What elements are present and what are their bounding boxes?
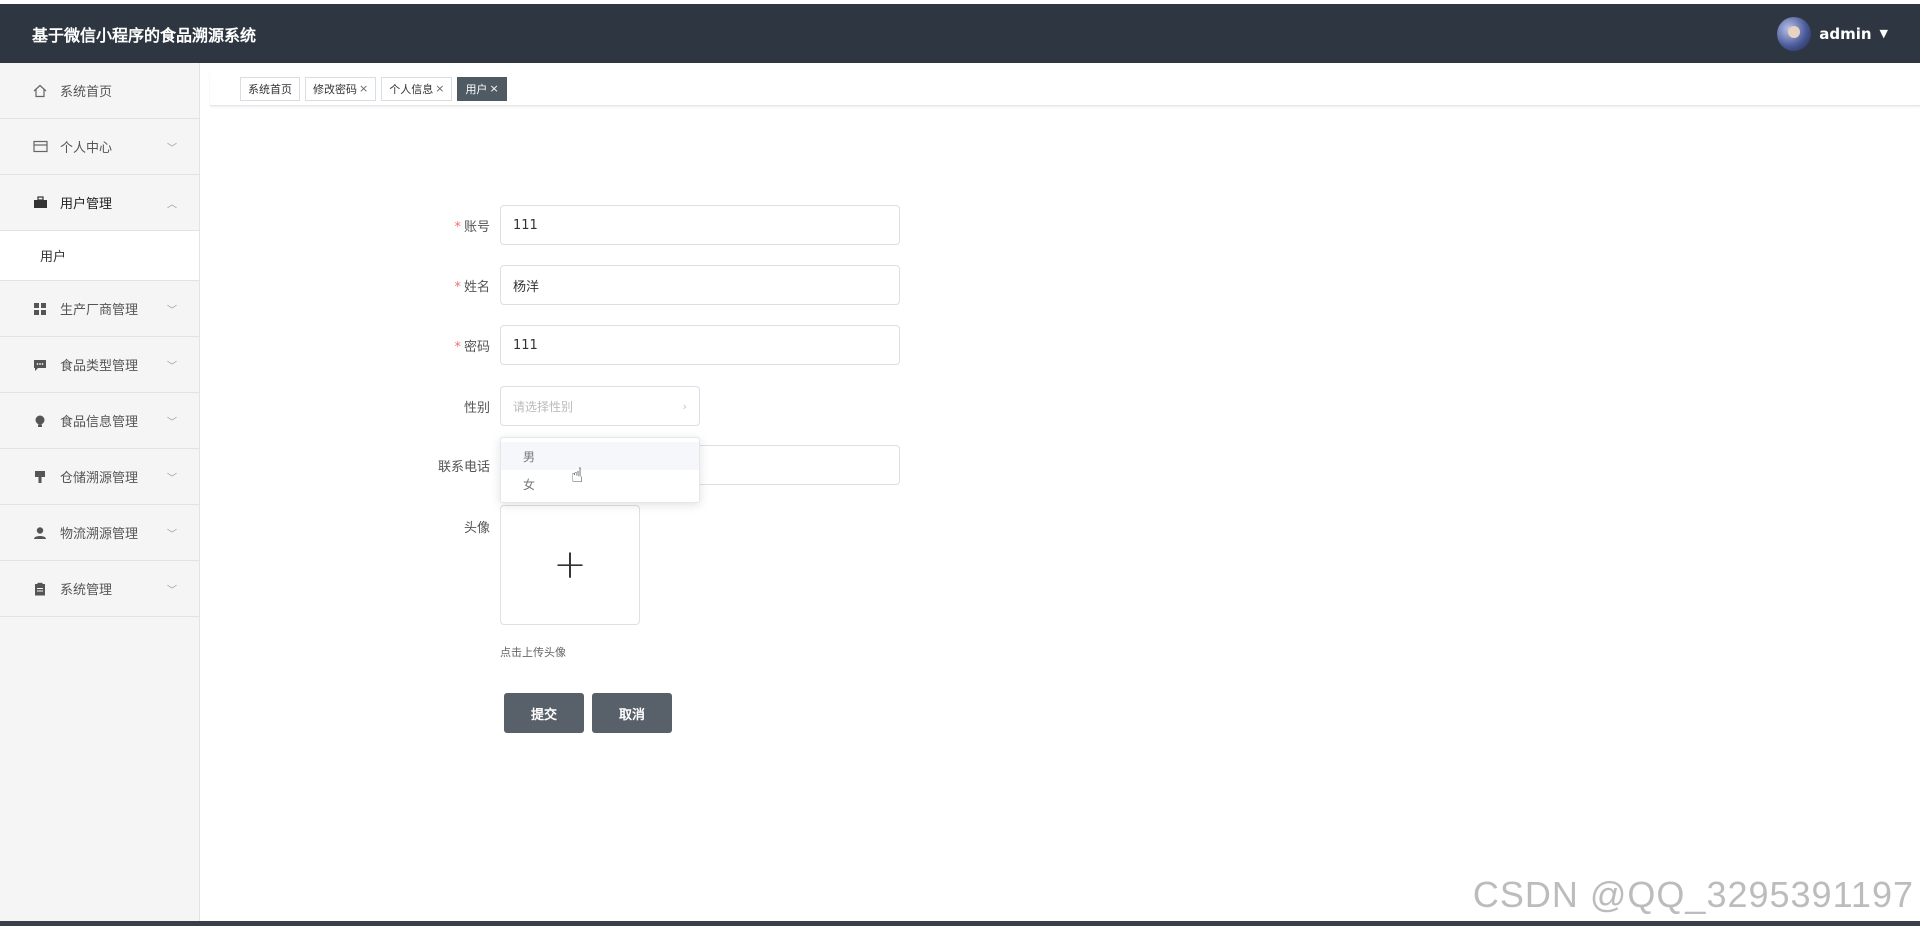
avatar[interactable] <box>1777 16 1812 51</box>
chevron-down-icon: ﹀ <box>167 417 177 428</box>
password-input[interactable]: 111 <box>500 325 900 365</box>
sidebar-item-label: 食品信息管理 <box>60 415 139 430</box>
chevron-down-icon: ﹀ <box>167 361 177 372</box>
password-label: * 密码 <box>454 339 490 355</box>
sidebar-item-food-type[interactable]: 食品类型管理 ﹀ <box>0 337 199 393</box>
sidebar-subitem-label: 用户 <box>40 250 67 265</box>
name-label: * 姓名 <box>454 279 490 295</box>
tab-personal-info[interactable]: 个人信息 × <box>381 76 453 101</box>
chevron-up-icon: ︿ <box>167 199 177 210</box>
chevron-down-icon: ﹀ <box>167 529 177 540</box>
avatar-label: 头像 <box>463 521 490 536</box>
caret-down-icon[interactable]: ▼ <box>1880 27 1888 40</box>
briefcase-icon <box>32 195 48 211</box>
name-input[interactable]: 杨洋 <box>500 265 900 305</box>
upload-tip: 点击上传头像 <box>500 646 566 659</box>
stamp-icon <box>32 469 48 485</box>
form-row-avatar: 头像 + <box>420 505 640 625</box>
clipboard-icon <box>32 581 48 597</box>
form-row-name: * 姓名 杨洋 <box>420 265 900 305</box>
gender-option-female[interactable]: 女 <box>501 470 699 498</box>
tab-label: 修改密码 <box>313 82 357 96</box>
sidebar-item-label: 物流溯源管理 <box>60 527 139 542</box>
home-icon <box>32 83 48 99</box>
close-icon[interactable]: × <box>489 82 498 95</box>
sidebar-subitem-user[interactable]: 用户 <box>0 231 199 281</box>
username[interactable]: admin <box>1819 25 1871 43</box>
submit-button[interactable]: 提交 <box>504 693 584 733</box>
form-row-account: * 账号 111 <box>420 205 900 245</box>
gender-dropdown: 男 女 <box>500 437 700 503</box>
gender-option-male[interactable]: 男 <box>501 442 699 470</box>
tab-label: 个人信息 <box>389 82 434 96</box>
tabs-bar: 系统首页 修改密码 × 个人信息 × 用户 × <box>210 72 1920 106</box>
account-input[interactable]: 111 <box>500 205 900 245</box>
chevron-down-icon: ﹀ <box>167 143 177 154</box>
sidebar-item-label: 用户管理 <box>60 197 113 212</box>
sidebar-item-label: 仓储溯源管理 <box>60 471 139 486</box>
hand-cursor-icon: ☝ <box>571 463 584 487</box>
close-icon[interactable]: × <box>359 82 368 95</box>
watermark: CSDN @QQ_3295391197 <box>1472 874 1914 915</box>
plus-icon: + <box>553 542 587 588</box>
form-row-gender: 性别 请选择性别 › <box>420 386 700 426</box>
chevron-right-icon: › <box>682 399 687 413</box>
top-bar: 基于微信小程序的食品溯源系统 admin ▼ <box>0 4 1920 63</box>
sidebar-item-label: 生产厂商管理 <box>60 303 139 318</box>
form-actions: 提交 取消 <box>504 693 672 733</box>
bulb-icon <box>32 413 48 429</box>
avatar-upload[interactable]: + <box>500 505 640 625</box>
sidebar-item-user-management[interactable]: 用户管理 ︿ <box>0 175 199 231</box>
chevron-down-icon: ﹀ <box>167 473 177 484</box>
form-row-password: * 密码 111 <box>420 325 900 365</box>
tab-home[interactable]: 系统首页 <box>240 76 300 101</box>
close-icon[interactable]: × <box>435 82 444 95</box>
sidebar-item-personal-center[interactable]: 个人中心 ﹀ <box>0 119 199 175</box>
phone-label: 联系电话 <box>437 459 490 475</box>
chevron-down-icon: ﹀ <box>167 305 177 316</box>
app-title: 基于微信小程序的食品溯源系统 <box>32 25 257 45</box>
sidebar-item-system[interactable]: 系统管理 ﹀ <box>0 561 199 617</box>
sidebar-item-food-info[interactable]: 食品信息管理 ﹀ <box>0 393 199 449</box>
grid-icon <box>32 301 48 317</box>
sidebar-item-label: 食品类型管理 <box>60 359 139 374</box>
cancel-button[interactable]: 取消 <box>592 693 672 733</box>
sidebar-item-logistics-trace[interactable]: 物流溯源管理 ﹀ <box>0 505 199 561</box>
account-label: * 账号 <box>454 219 490 235</box>
gender-select[interactable]: 请选择性别 › <box>500 386 700 426</box>
taskbar-strip <box>0 921 1920 926</box>
sidebar-item-label: 个人中心 <box>60 141 113 156</box>
user-icon <box>32 525 48 541</box>
tab-user[interactable]: 用户 × <box>457 76 507 101</box>
tab-change-password[interactable]: 修改密码 × <box>305 76 377 101</box>
sidebar-item-label: 系统首页 <box>60 85 113 100</box>
card-icon <box>32 139 48 155</box>
sidebar-item-home[interactable]: 系统首页 <box>0 63 199 119</box>
sidebar-item-label: 系统管理 <box>60 583 113 598</box>
sidebar: 系统首页 个人中心 ﹀ 用户管理 ︿ 用户 生产厂商管理 ﹀ 食品类型管理 ﹀ <box>0 63 200 921</box>
gender-placeholder: 请选择性别 <box>513 399 574 414</box>
chevron-down-icon: ﹀ <box>167 585 177 596</box>
gender-label: 性别 <box>463 400 490 416</box>
chat-icon <box>32 357 48 373</box>
sidebar-item-warehouse-trace[interactable]: 仓储溯源管理 ﹀ <box>0 449 199 505</box>
sidebar-item-manufacturer[interactable]: 生产厂商管理 ﹀ <box>0 281 199 337</box>
user-menu[interactable]: admin ▼ <box>1777 16 1920 51</box>
tab-label: 用户 <box>465 82 488 96</box>
tab-label: 系统首页 <box>248 82 292 96</box>
